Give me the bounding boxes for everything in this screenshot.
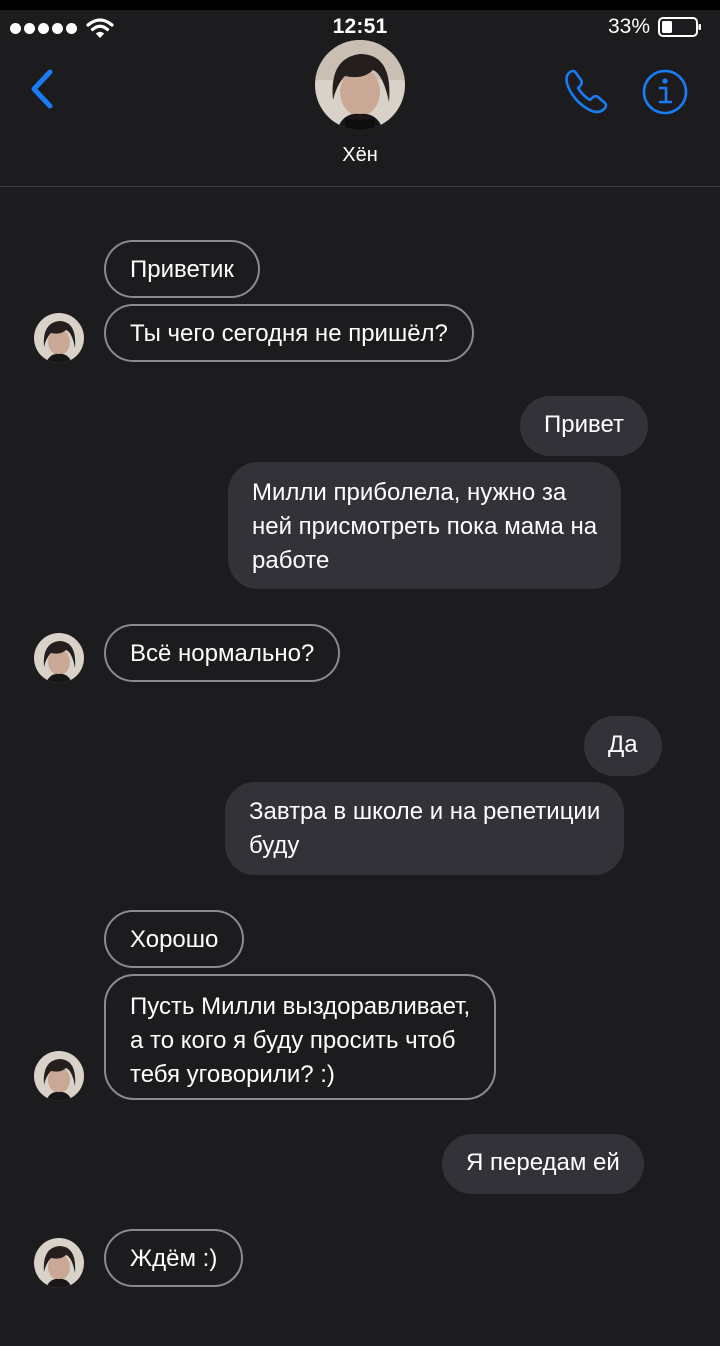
incoming-message[interactable]: Всё нормально? [104, 624, 341, 682]
conversation-header: Хён [0, 40, 720, 187]
incoming-message[interactable]: Приветик [104, 240, 260, 298]
incoming-message[interactable]: Хорошо [104, 910, 245, 968]
info-icon[interactable] [641, 68, 689, 116]
battery-percentage: 33% [607, 15, 650, 38]
top-strip [0, 0, 720, 10]
outgoing-message[interactable]: Милли приболела, нужно за ней присмотрет… [228, 462, 622, 589]
contact-avatar[interactable] [315, 40, 405, 130]
outgoing-message[interactable]: Привет [520, 396, 649, 456]
incoming-message[interactable]: Пусть Милли выздоравливает, а то кого я … [104, 974, 497, 1100]
incoming-message[interactable]: Ты чего сегодня не пришёл? [104, 304, 474, 362]
outgoing-message[interactable]: Я передам ей [442, 1134, 644, 1194]
incoming-message[interactable]: Ждём :) [104, 1229, 244, 1287]
sender-avatar[interactable] [34, 1238, 84, 1288]
contact-name[interactable]: Хён [0, 144, 720, 167]
phone-icon[interactable] [562, 66, 612, 116]
battery-icon [658, 17, 701, 37]
back-chevron-icon[interactable] [26, 66, 60, 112]
sender-avatar[interactable] [34, 633, 84, 683]
outgoing-message[interactable]: Завтра в школе и на репетиции буду [225, 782, 625, 875]
sender-avatar[interactable] [34, 1051, 84, 1101]
sender-avatar[interactable] [34, 313, 84, 363]
outgoing-message[interactable]: Да [584, 716, 662, 776]
